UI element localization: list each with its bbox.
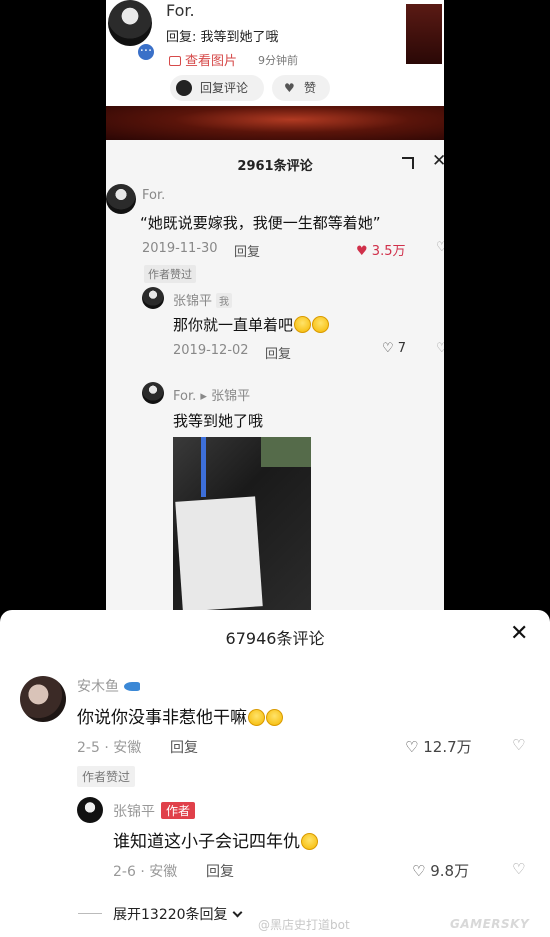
- reply-button[interactable]: 回复: [206, 861, 234, 881]
- like-count: 12.7万: [423, 738, 472, 756]
- like-button[interactable]: ♡ 12.7万: [405, 736, 472, 757]
- photo-lanyard: [201, 437, 206, 497]
- like-button[interactable]: ♥ 赞: [272, 75, 330, 101]
- reply-username-label: 张锦平: [113, 804, 155, 820]
- reply-text: 那你就一直单着吧: [173, 314, 330, 335]
- mini-avatar: [176, 80, 192, 96]
- chevron-down-icon: [232, 907, 242, 918]
- reply-button[interactable]: 回复: [170, 737, 198, 757]
- comment-username[interactable]: 安木鱼: [77, 676, 140, 696]
- like-label: 赞: [304, 81, 317, 95]
- reply-text: 谁知道这小子会记四年仇: [113, 827, 318, 852]
- notification-reply-text: 回复: 我等到她了哦: [166, 30, 279, 45]
- comment-text: “她既说要嫁我，我便一生都等着她”: [140, 214, 381, 232]
- crying-emoji-icon: [312, 316, 330, 333]
- comment-date: 2019-11-30: [142, 241, 218, 256]
- like-count: 3.5万: [371, 244, 406, 259]
- site-logo: GAMERSKY: [450, 917, 530, 931]
- more-badge-icon: ···: [136, 42, 156, 62]
- heart-broken-icon[interactable]: ♡: [512, 736, 525, 754]
- photo-document: [175, 496, 263, 610]
- comment-count-title: 2961条评论: [237, 159, 313, 174]
- crying-emoji-icon: [301, 833, 318, 850]
- view-image-label: 查看图片: [185, 54, 238, 69]
- heart-outline-icon: ♡: [382, 341, 394, 356]
- close-icon[interactable]: ✕: [432, 151, 444, 171]
- reply-date: 2019-12-02: [173, 343, 249, 358]
- reply-meta: 2-6 · 安徽: [113, 864, 178, 880]
- reply-username-label: For.: [173, 389, 197, 404]
- reply-photo[interactable]: [173, 437, 311, 610]
- like-count: 9.8万: [430, 862, 470, 880]
- avatar[interactable]: [142, 287, 164, 309]
- reply-username[interactable]: 张锦平 作者: [113, 801, 196, 821]
- like-button[interactable]: ♥ 3.5万: [356, 240, 405, 259]
- reply-username-label: 张锦平: [173, 294, 213, 309]
- laugh-cry-emoji-icon: [294, 316, 312, 333]
- reply-button[interactable]: 回复: [234, 241, 260, 260]
- heart-filled-icon: ♥: [356, 244, 368, 259]
- fish-emoji-icon: [124, 682, 140, 691]
- author-liked-badge: 作者赞过: [144, 265, 196, 283]
- avatar[interactable]: [108, 0, 152, 46]
- recorded-screen: ··· For. 回复: 我等到她了哦 查看图片 9分钟前 回复评论 ♥ 赞 2…: [106, 0, 444, 610]
- reply-comment-button[interactable]: 回复评论: [170, 75, 264, 101]
- expand-replies-button[interactable]: 展开13220条回复: [113, 904, 242, 924]
- video-thumbnail[interactable]: [404, 2, 444, 66]
- like-button[interactable]: ♡ 7: [382, 341, 406, 356]
- avatar[interactable]: [142, 382, 164, 404]
- view-image-link[interactable]: 查看图片: [169, 50, 237, 69]
- comment-count-title: 67946条评论: [225, 629, 325, 648]
- photo-background: [261, 437, 311, 467]
- author-tag: 作者: [161, 802, 196, 819]
- expand-icon[interactable]: [402, 157, 414, 169]
- reply-text-label: 那你就一直单着吧: [173, 316, 294, 334]
- notification-time: 9分钟前: [258, 54, 298, 67]
- heart-outline-icon: ♡: [412, 862, 426, 880]
- close-icon[interactable]: ✕: [510, 623, 528, 645]
- video-background: [106, 106, 444, 140]
- reply-button[interactable]: 回复: [265, 343, 291, 362]
- reply-username[interactable]: For. ▸ 张锦平: [173, 385, 250, 404]
- heart-icon: ♥: [284, 81, 295, 95]
- expand-replies-label: 展开13220条回复: [113, 907, 228, 923]
- comment-meta: 2-5 · 安徽: [77, 740, 142, 756]
- laugh-cry-emoji-icon: [266, 709, 283, 726]
- author-liked-badge: 作者赞过: [77, 766, 136, 787]
- heart-broken-icon[interactable]: ♡: [512, 860, 525, 878]
- avatar[interactable]: [106, 184, 136, 214]
- watermark: @黑店史打道bot: [258, 918, 350, 932]
- reply-text: 我等到她了哦: [173, 412, 264, 430]
- heart-outline-icon: ♡: [405, 738, 419, 756]
- reply-notification[interactable]: ··· For. 回复: 我等到她了哦 查看图片 9分钟前 回复评论 ♥ 赞: [106, 0, 444, 106]
- comment-text: 你说你没事非惹他干嘛: [77, 703, 283, 728]
- comment-text-label: 你说你没事非惹他干嘛: [77, 708, 247, 728]
- me-tag: 我: [216, 293, 233, 308]
- comment-username[interactable]: For.: [142, 188, 165, 203]
- comment-username-label: 安木鱼: [77, 679, 119, 695]
- reply-arrow-icon: ▸: [200, 389, 207, 404]
- image-icon: [169, 56, 181, 66]
- reply-comment-label: 回复评论: [200, 81, 249, 95]
- reply-text-label: 谁知道这小子会记四年仇: [113, 832, 300, 852]
- comment-panel: 2961条评论 ✕ For. “她既说要嫁我，我便一生都等着她” 2019-11…: [106, 140, 444, 610]
- laugh-cry-emoji-icon: [248, 709, 265, 726]
- heart-broken-icon[interactable]: ♡: [436, 341, 444, 356]
- notification-username[interactable]: For.: [166, 1, 195, 20]
- avatar[interactable]: [20, 676, 66, 722]
- like-count: 7: [397, 341, 407, 356]
- reply-username[interactable]: 张锦平我: [173, 290, 233, 309]
- expand-divider: [78, 913, 102, 914]
- like-button[interactable]: ♡ 9.8万: [412, 860, 469, 881]
- heart-broken-icon[interactable]: ♡: [436, 240, 444, 255]
- reply-to-username: 张锦平: [211, 389, 251, 404]
- comment-sheet: 67946条评论 ✕ 安木鱼 你说你没事非惹他干嘛 2-5 · 安徽 回复 ♡ …: [0, 610, 550, 937]
- avatar[interactable]: [77, 797, 103, 823]
- screenshot-root: ··· For. 回复: 我等到她了哦 查看图片 9分钟前 回复评论 ♥ 赞 2…: [0, 0, 550, 937]
